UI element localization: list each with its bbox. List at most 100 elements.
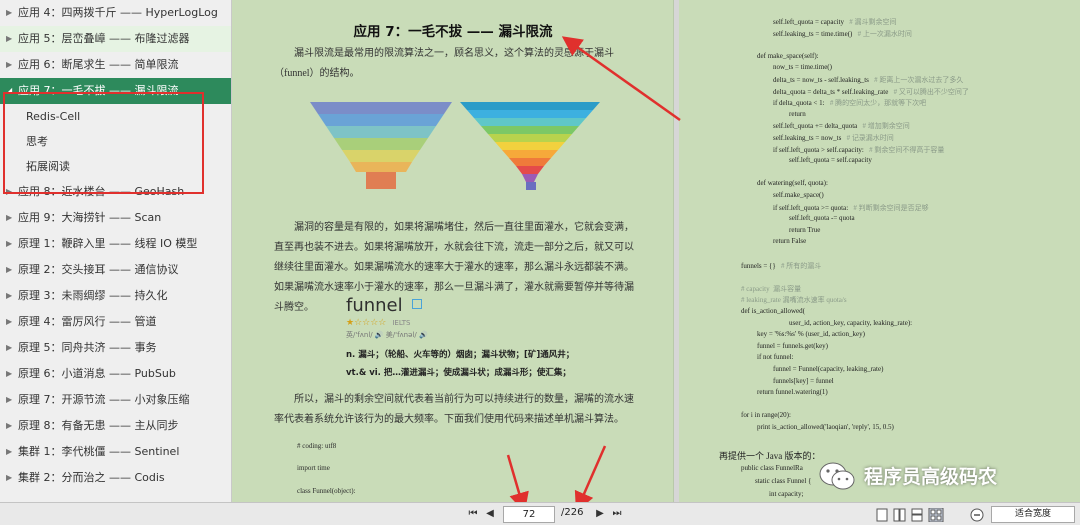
- code-line: if not funnel:: [757, 353, 794, 361]
- last-page-button[interactable]: ⏭: [610, 507, 624, 521]
- toc-item[interactable]: ▶ 原理 8：有备无患 —— 主从同步: [0, 413, 231, 439]
- expand-arrow-icon[interactable]: ▶: [6, 179, 14, 205]
- expand-arrow-icon[interactable]: ▶: [6, 257, 14, 283]
- code-text: def make_space(self):: [757, 51, 819, 60]
- funnel-right-icon: [460, 102, 600, 190]
- code-line: return False: [773, 237, 806, 245]
- toc-item[interactable]: ▶ 原理 5：同舟共济 —— 事务: [0, 335, 231, 361]
- code-line: funnel = funnels.get(key): [757, 342, 828, 350]
- rating-stars: ★☆☆☆☆: [346, 318, 387, 328]
- expand-arrow-icon[interactable]: ▶: [6, 387, 14, 413]
- toc-item-label: 原理 4：雷厉风行 —— 管道: [18, 315, 157, 328]
- expand-arrow-icon[interactable]: ▶: [6, 439, 14, 465]
- code-text: def watering(self, quota):: [757, 179, 828, 188]
- toc-item[interactable]: ▶ 原理 3：未雨绸缪 —— 持久化: [0, 283, 231, 309]
- code-line: if self.left_quota >= quota: # 判断剩余空间是否足…: [773, 203, 929, 213]
- page-number-input[interactable]: 72: [503, 506, 555, 523]
- expand-arrow-icon[interactable]: ▶: [6, 465, 14, 491]
- code-line: return True: [789, 226, 820, 234]
- toc-item[interactable]: ▶ 原理 4：雷厉风行 —— 管道: [0, 309, 231, 335]
- first-page-button[interactable]: ⏮: [466, 507, 480, 521]
- code-line: funnel = Funnel(capacity, leaking_rate): [773, 365, 883, 373]
- code-comment: # 上一次漏水时间: [857, 29, 912, 38]
- code-line: static class Funnel {: [755, 477, 812, 485]
- zoom-select[interactable]: 适合宽度: [991, 506, 1075, 523]
- toc-item-label: 应用 8：近水楼台 —— GeoHash: [18, 185, 185, 198]
- code-text: self.leaking_ts = now_ts: [773, 134, 842, 142]
- toc-item[interactable]: ▶ 原理 2：交头接耳 —— 通信协议: [0, 257, 231, 283]
- code-line: self.left_quota += delta_quota # 增加剩余空间: [773, 121, 910, 131]
- pdf-reader-window: ▶ 应用 4：四两拨千斤 —— HyperLogLog ▶ 应用 5：层峦叠嶂 —— …: [0, 0, 1080, 525]
- add-word-icon[interactable]: [411, 298, 422, 309]
- code-text: if self.left_quota >= quota:: [773, 203, 849, 212]
- expand-arrow-icon[interactable]: ▶: [6, 231, 14, 257]
- expand-arrow-icon[interactable]: ▶: [6, 0, 14, 26]
- toc-item[interactable]: ▶ 应用 8：近水楼台 —— GeoHash: [0, 179, 231, 205]
- code-comment: # capacity 漏斗容量: [741, 284, 802, 293]
- zoom-out-icon[interactable]: [970, 508, 984, 522]
- code-text: print is_action_allowed('laoqian', 'repl…: [757, 423, 894, 431]
- toc-item-label: 应用 9：大海捞针 —— Scan: [18, 211, 162, 224]
- toc-item[interactable]: ▶ 原理 7：开源节流 —— 小对象压缩: [0, 387, 231, 413]
- code-text: self.left_quota = self.capacity: [789, 156, 872, 165]
- next-page-button[interactable]: ▶: [594, 507, 606, 521]
- toc-item-label: 原理 6：小道消息 —— PubSub: [18, 367, 176, 380]
- code-line: return funnel.watering(1): [757, 388, 828, 396]
- code-text: if self.left_quota > self.capacity:: [773, 145, 864, 154]
- toc-subitem[interactable]: 拓展阅读: [0, 154, 231, 179]
- toc-item[interactable]: ▶ 集群 2：分而治之 —— Codis: [0, 465, 231, 491]
- code-text: delta_ts = now_ts - self.leaking_ts: [773, 76, 869, 84]
- code-comment: # 判断剩余空间是否足够: [853, 203, 929, 212]
- code-text: key = '%s:%s' % (user_id, action_key): [757, 330, 865, 339]
- toc-item[interactable]: ▶ 原理 1：鞭辟入里 —— 线程 IO 模型: [0, 231, 231, 257]
- code-line: funnels[key] = funnel: [773, 377, 834, 385]
- code-text: self.make_space(): [773, 191, 824, 199]
- code-line: self.left_quota = capacity # 漏斗剩余空间: [773, 17, 897, 27]
- code-text: def is_action_allowed(: [741, 307, 805, 315]
- toc-item[interactable]: ▶ 应用 6：断尾求生 —— 简单限流: [0, 52, 231, 78]
- toc-item-label: 原理 7：开源节流 —— 小对象压缩: [18, 393, 190, 406]
- wechat-icon: [819, 462, 855, 490]
- expand-arrow-icon[interactable]: ▶: [6, 26, 14, 52]
- expand-arrow-icon[interactable]: ▶: [6, 283, 14, 309]
- collapse-arrow-icon[interactable]: ◢: [6, 78, 14, 104]
- java-intro-text: 再提供一个 Java 版本的：: [719, 451, 821, 461]
- code-line: now_ts = time.time(): [773, 63, 832, 71]
- toc-item[interactable]: ▶ 应用 5：层峦叠嶂 —— 布隆过滤器: [0, 26, 231, 52]
- toc-item[interactable]: ▶ 应用 4：四两拨千斤 —— HyperLogLog: [0, 0, 231, 26]
- code-text: funnel = Funnel(capacity, leaking_rate): [773, 365, 884, 373]
- code-comment: # 增加剩余空间: [862, 122, 910, 131]
- toc-item-active[interactable]: ◢ 应用 7：一毛不拔 —— 漏斗限流: [0, 78, 231, 104]
- expand-arrow-icon[interactable]: ▶: [6, 205, 14, 231]
- code-comment: # 记录漏水时间: [846, 134, 894, 142]
- code-text: if not funnel:: [757, 353, 794, 362]
- expand-arrow-icon[interactable]: ▶: [6, 335, 14, 361]
- expand-arrow-icon[interactable]: ▶: [6, 52, 14, 78]
- code-text: return True: [789, 225, 821, 234]
- toc-subitem[interactable]: Redis-Cell: [0, 104, 231, 129]
- toc-subitem[interactable]: 思考: [0, 129, 231, 154]
- code-text: self.leaking_ts = time.time(): [773, 29, 853, 38]
- code-comment: # 剩余空间不得高于容量: [869, 145, 945, 154]
- code-text: for i in range(20):: [741, 411, 791, 420]
- expand-arrow-icon[interactable]: ▶: [6, 413, 14, 439]
- phonetic: 英/'fʌnl/ 🔊 美/'fʌnəl/ 🔊: [346, 331, 428, 339]
- toc-item-label: 原理 5：同舟共济 —— 事务: [18, 341, 157, 354]
- expand-arrow-icon[interactable]: ▶: [6, 309, 14, 335]
- code-line: self.leaking_ts = time.time() # 上一次漏水时间: [773, 29, 912, 39]
- funnel-illustration: [310, 102, 600, 190]
- expand-arrow-icon[interactable]: ▶: [6, 361, 14, 387]
- toc-item[interactable]: ▶ 应用 9：大海捞针 —— Scan: [0, 205, 231, 231]
- code-comment: # 距离上一次漏水过去了多久: [874, 76, 964, 84]
- code-line: if self.left_quota > self.capacity: # 剩余…: [773, 145, 944, 155]
- code-text: return funnel.watering(1): [757, 388, 828, 397]
- code-line: delta_quota = delta_ts * self.leaking_ra…: [773, 87, 969, 97]
- page-total: /226: [561, 507, 584, 518]
- code-line: if delta_quota < 1: # 腾的空间太少，那就等下次吧: [773, 98, 926, 108]
- toc-item[interactable]: ▶ 原理 6：小道消息 —— PubSub: [0, 361, 231, 387]
- code-comment: # leaking_rate 漏嘴流水速率 quota/s: [741, 296, 847, 305]
- prev-page-button[interactable]: ◀: [484, 507, 496, 521]
- view-mode-buttons: [876, 508, 944, 522]
- toc-item[interactable]: ▶ 集群 1：李代桃僵 —— Sentinel: [0, 439, 231, 465]
- code-text: self.left_quota += delta_quota: [773, 122, 858, 131]
